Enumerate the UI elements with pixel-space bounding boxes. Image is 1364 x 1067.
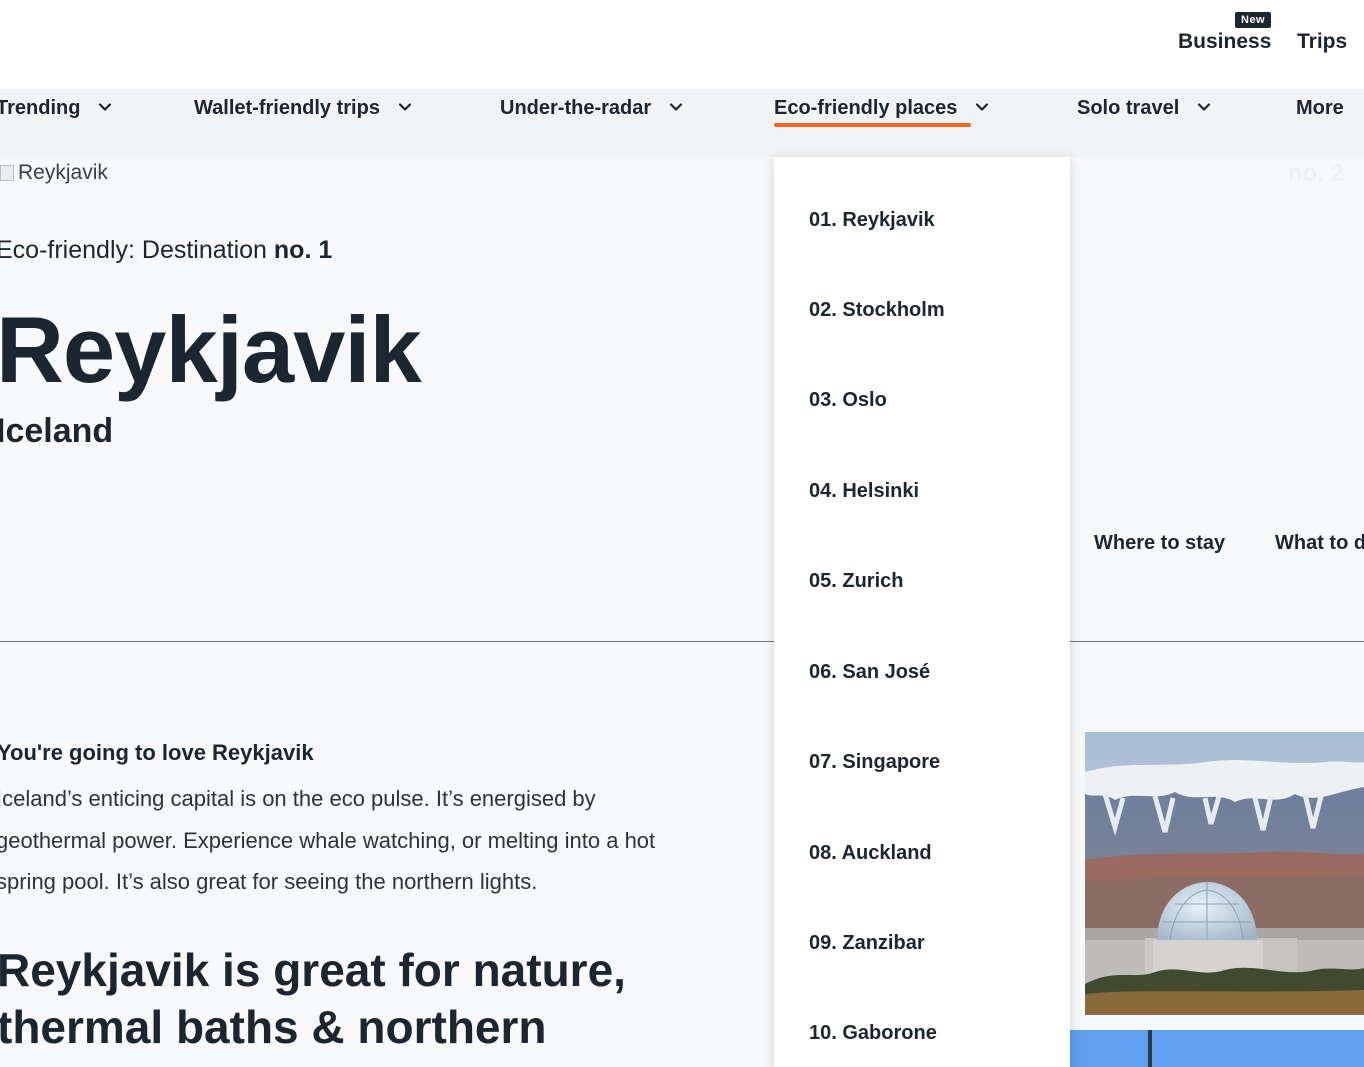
what-to-do-link[interactable]: What to do — [1275, 532, 1364, 555]
dropdown-item-helsinki[interactable]: 04. Helsinki — [809, 480, 919, 503]
dropdown-item-stockholm[interactable]: 02. Stockholm — [809, 299, 945, 322]
love-title: You're going to love Reykjavik — [0, 740, 314, 765]
next-destination-label[interactable]: no. 2 — [1288, 160, 1344, 188]
eco-friendly-dropdown-menu: 01. Reykjavik 02. Stockholm 03. Oslo 04.… — [774, 157, 1070, 1067]
where-to-stay-link[interactable]: Where to stay — [1094, 532, 1225, 555]
broken-image-icon — [0, 165, 14, 181]
hero-image-alt: Reykjavik — [18, 161, 108, 184]
section-divider — [0, 641, 1364, 642]
dropdown-item-zurich[interactable]: 05. Zurich — [809, 570, 903, 593]
nav-item-label: Under-the-radar — [500, 97, 652, 119]
new-badge: New — [1235, 12, 1272, 28]
nav-item-more[interactable]: More — [1296, 89, 1344, 157]
nav-item-solo-travel[interactable]: Solo travel — [1077, 89, 1211, 157]
nav-item-label: Trending — [0, 97, 81, 119]
great-for-heading: Reykjavik is great for nature, thermal b… — [0, 944, 626, 1053]
trips-link[interactable]: Trips — [1297, 30, 1347, 54]
chevron-down-icon — [975, 100, 989, 114]
category-nav: Trending Wallet-friendly trips Under-the… — [0, 89, 1364, 157]
love-description: Iceland’s enticing capital is on the eco… — [0, 786, 656, 895]
chevron-down-icon — [98, 100, 112, 114]
dropdown-item-zanzibar[interactable]: 09. Zanzibar — [809, 932, 925, 955]
reykjavik-photo — [1085, 732, 1364, 1015]
eyebrow-prefix: Eco-friendly: Destination — [0, 236, 274, 264]
nav-item-trending[interactable]: Trending — [0, 89, 112, 157]
chevron-down-icon — [1197, 100, 1211, 114]
dropdown-item-auckland[interactable]: 08. Auckland — [809, 842, 932, 865]
dropdown-item-san-jose[interactable]: 06. San José — [809, 661, 930, 684]
chevron-down-icon — [669, 100, 683, 114]
nav-item-under-the-radar[interactable]: Under-the-radar — [500, 89, 683, 157]
nav-item-label: Eco-friendly places — [774, 97, 958, 119]
dropdown-item-reykjavik[interactable]: 01. Reykjavik — [809, 209, 935, 232]
eyebrow-number: no. 1 — [273, 236, 333, 264]
nav-item-wallet-friendly-trips[interactable]: Wallet-friendly trips — [194, 89, 412, 157]
destination-eyebrow: Eco-friendly: Destination no. 1 — [0, 236, 332, 265]
dropdown-item-singapore[interactable]: 07. Singapore — [809, 751, 940, 774]
dropdown-item-gaborone[interactable]: 10. Gaborone — [809, 1022, 937, 1045]
top-header: New Business Trips — [0, 0, 1364, 89]
secondary-photo — [1070, 1030, 1364, 1067]
business-link[interactable]: Business — [1178, 30, 1271, 54]
nav-item-label: Solo travel — [1077, 97, 1180, 119]
chevron-down-icon — [398, 100, 412, 114]
page-title: Reykjavik — [0, 297, 422, 402]
hero-image: Reykjavik — [0, 158, 108, 188]
nav-item-label: Wallet-friendly trips — [194, 97, 380, 119]
country-subtitle: Iceland — [0, 412, 114, 450]
nav-item-eco-friendly-places[interactable]: Eco-friendly places — [774, 89, 989, 157]
nav-item-label: More — [1296, 97, 1344, 119]
dropdown-item-oslo[interactable]: 03. Oslo — [809, 389, 887, 412]
